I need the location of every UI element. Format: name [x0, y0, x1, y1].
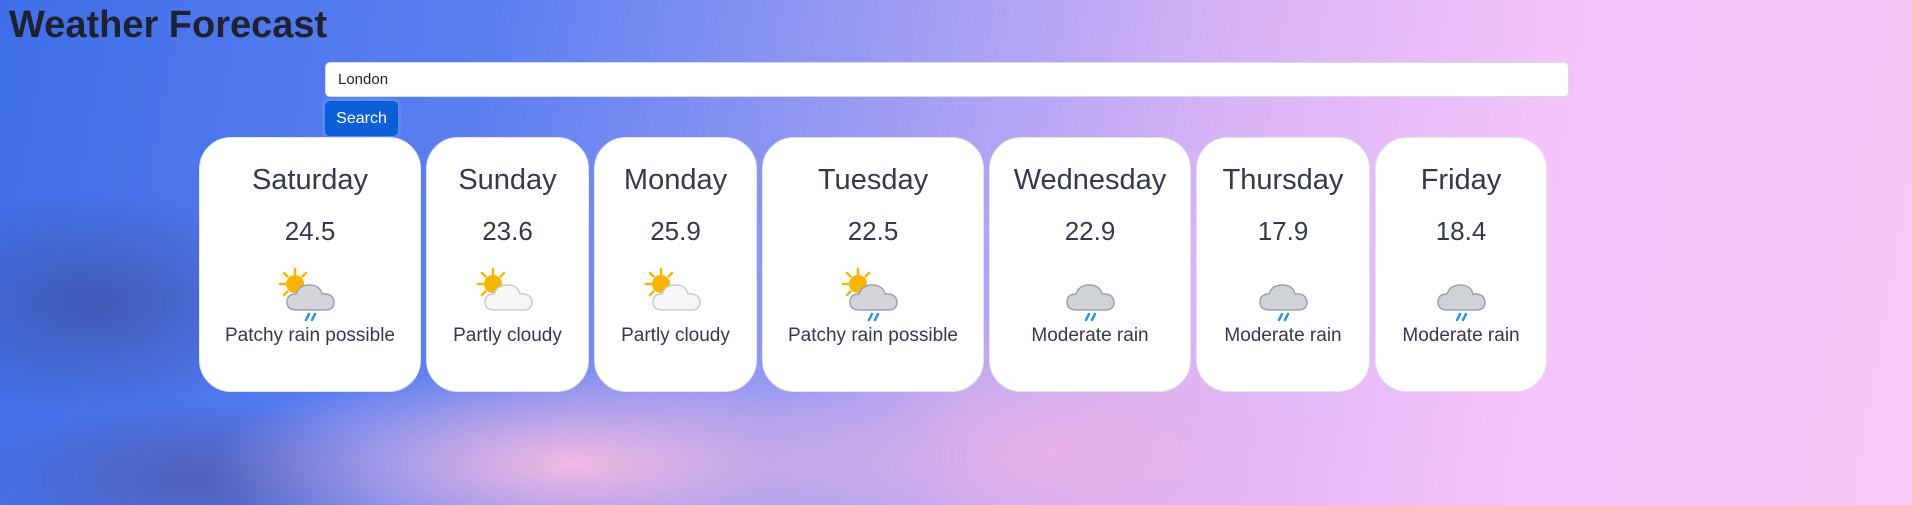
forecast-temperature: 23.6 — [482, 216, 533, 246]
forecast-temperature: 25.9 — [650, 216, 701, 246]
forecast-condition: Moderate rain — [1031, 325, 1149, 346]
forecast-temperature: 17.9 — [1257, 216, 1309, 246]
forecast-condition: Moderate rain — [1402, 325, 1520, 346]
sun-cloud-rain-icon — [841, 267, 898, 322]
forecast-card: Monday 25.9 Partly cloudy — [594, 137, 757, 392]
partly-cloudy-icon — [476, 267, 533, 311]
rain-cloud-icon — [1259, 284, 1308, 322]
forecast-day: Saturday — [251, 164, 369, 196]
forecast-condition: Patchy rain possible — [787, 325, 959, 346]
forecast-temperature: 24.5 — [284, 216, 336, 246]
page-title: Weather Forecast — [9, 4, 328, 46]
forecast-condition: Patchy rain possible — [224, 325, 396, 346]
forecast-day: Wednesday — [1013, 164, 1167, 196]
search-input[interactable] — [325, 62, 1569, 97]
forecast-card: Saturday 24.5 Patchy rain possible — [199, 137, 421, 392]
forecast-temperature: 22.5 — [847, 216, 899, 246]
forecast-list: Saturday 24.5 Patchy rain possible Sunda… — [199, 137, 1547, 392]
forecast-card: Tuesday 22.5 Patchy rain possible — [762, 137, 984, 392]
partly-cloudy-icon — [644, 267, 701, 311]
forecast-day: Thursday — [1222, 164, 1344, 196]
forecast-card: Wednesday 22.9 Moderate rain — [989, 137, 1191, 392]
forecast-condition: Moderate rain — [1224, 325, 1342, 346]
search-button[interactable]: Search — [325, 101, 398, 136]
forecast-card: Friday 18.4 Moderate rain — [1375, 137, 1547, 392]
forecast-condition: Partly cloudy — [621, 325, 730, 346]
rain-cloud-icon — [1437, 284, 1486, 322]
forecast-day: Tuesday — [817, 164, 929, 196]
forecast-day: Friday — [1420, 164, 1502, 196]
forecast-day: Monday — [623, 164, 728, 196]
sun-cloud-rain-icon — [278, 267, 335, 322]
forecast-card: Sunday 23.6 Partly cloudy — [426, 137, 589, 392]
forecast-condition: Partly cloudy — [453, 325, 562, 346]
forecast-card: Thursday 17.9 Moderate rain — [1196, 137, 1370, 392]
forecast-day: Sunday — [458, 164, 557, 196]
forecast-temperature: 22.9 — [1064, 216, 1116, 246]
rain-cloud-icon — [1066, 284, 1115, 322]
forecast-temperature: 18.4 — [1435, 216, 1487, 246]
